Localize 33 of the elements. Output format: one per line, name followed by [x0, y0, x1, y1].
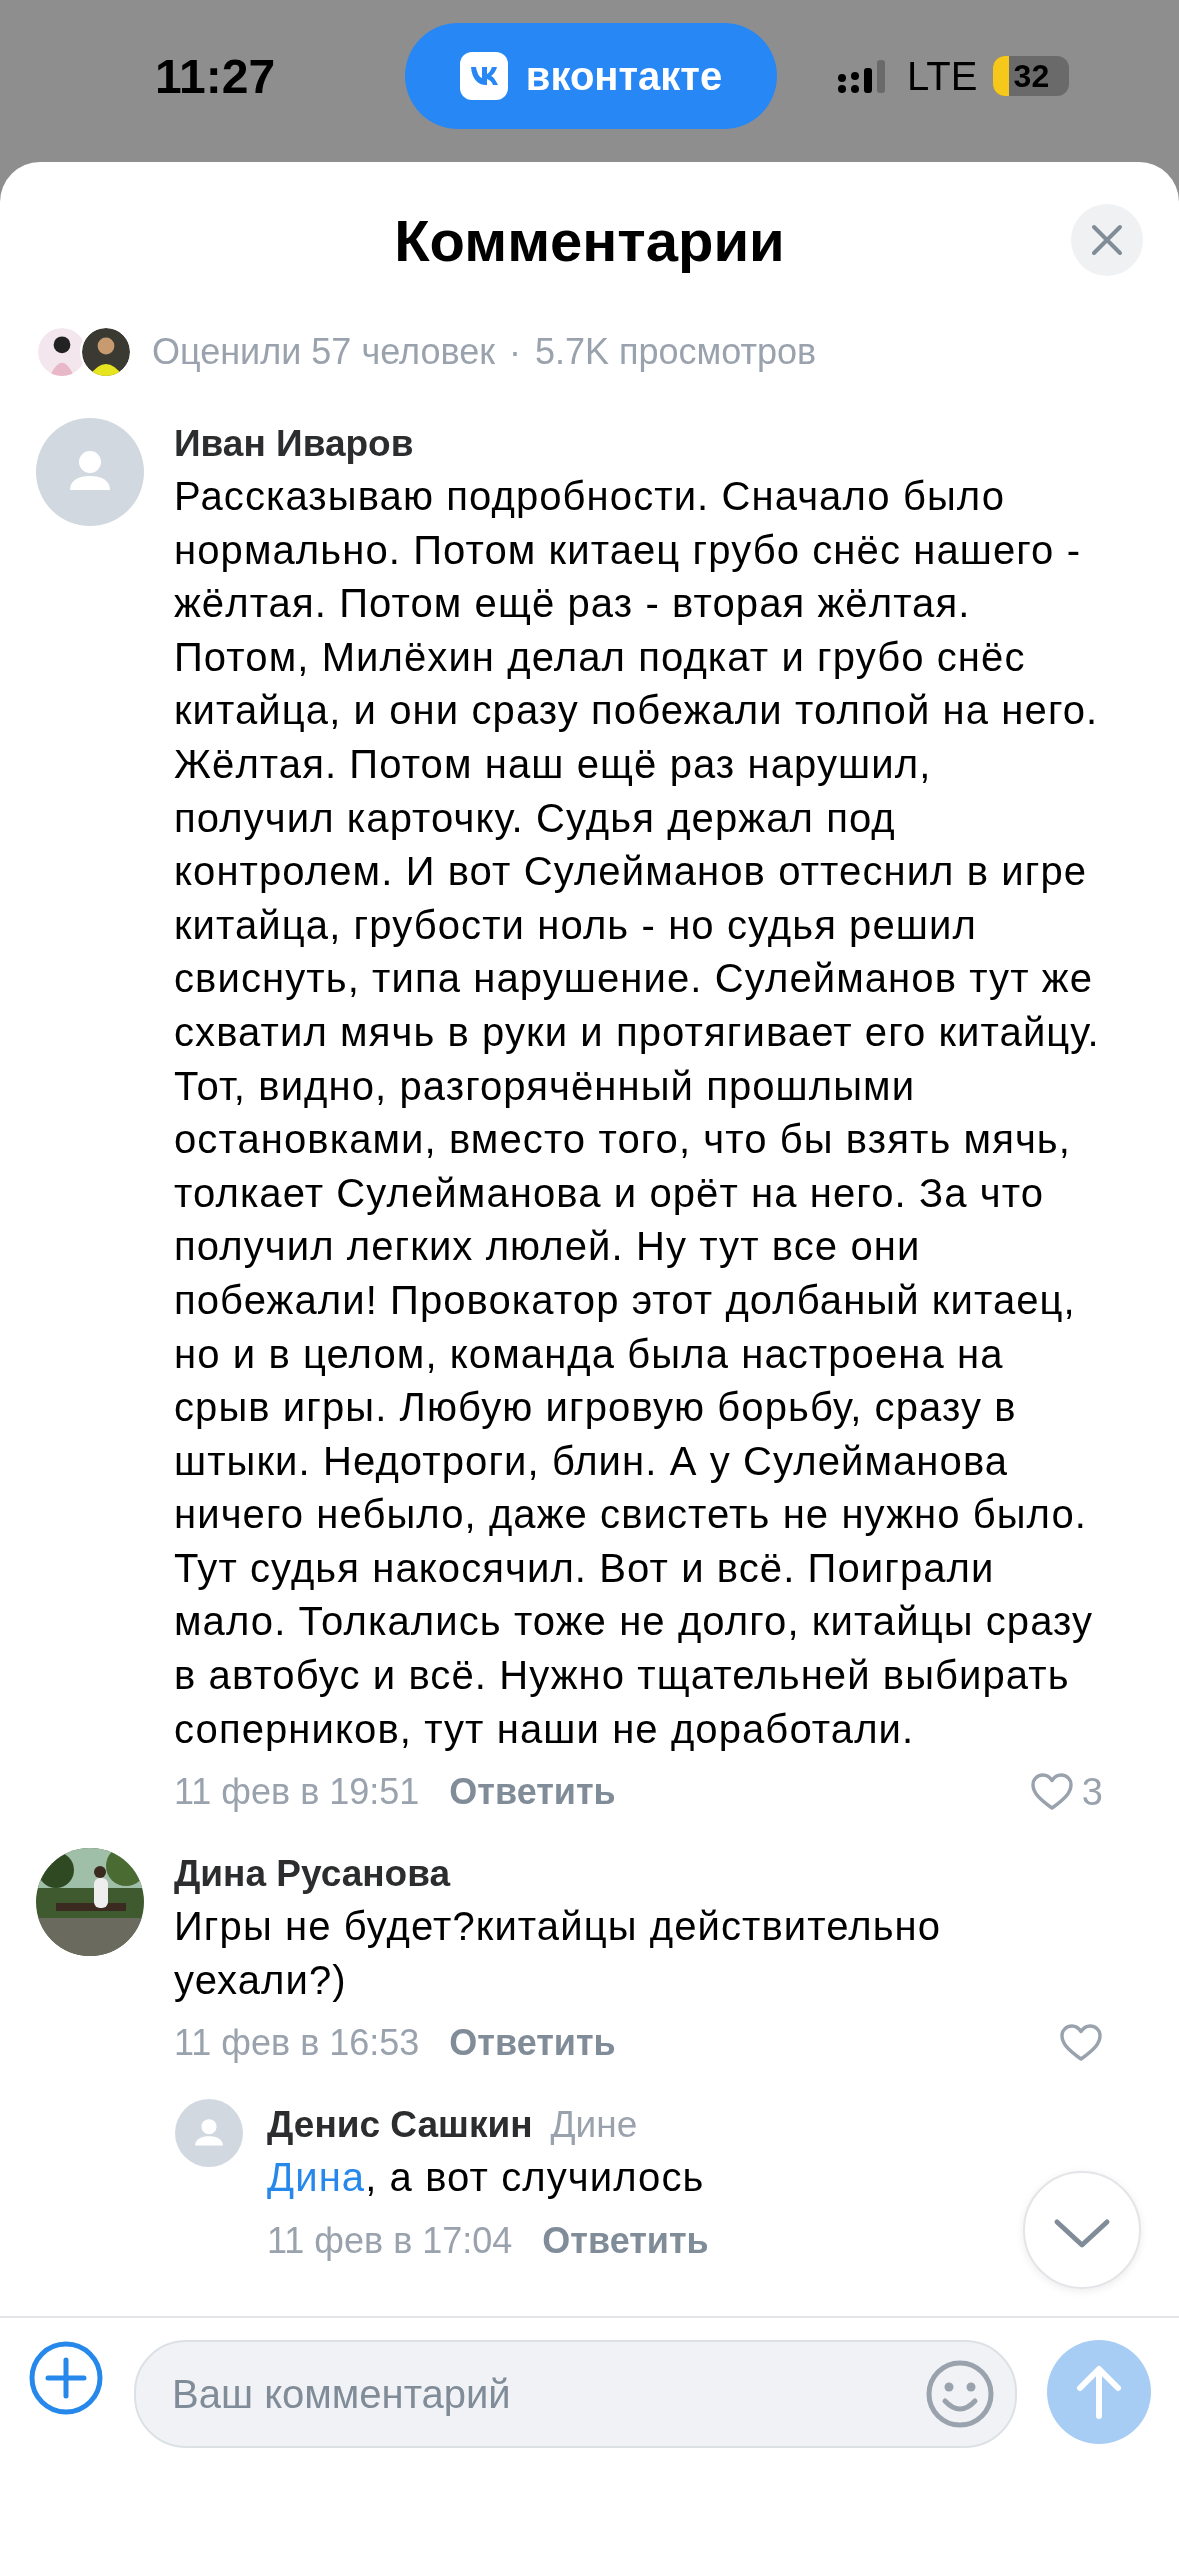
reply-to-name[interactable]: Дине — [550, 2104, 638, 2147]
comment-input-field[interactable]: Ваш комментарий — [170, 2370, 925, 2418]
avatar-placeholder-icon[interactable] — [175, 2099, 243, 2168]
reply-link[interactable]: Ответить — [542, 2220, 709, 2263]
comment-text: Рассказываю подробности. Сначало было нормально. Потом китаец грубо снёс нашего - жёлтая. Потом ещё раз - вторая жёлтая. Потом, Милёхин делал подкат и грубо снёс китайца, и они сразу побежали толпой на него. Жёлтая. Потом наш ещё раз нарушил, получил карточку. Судья держал под контролем. И вот Сулейманов оттеснил в игре китайца, грубости ноль - но судья решил свиснуть, типа нарушение. Сулейманов тут же схватил мячь в руки и протягивает его китайцу. Тот, видно, разгорячённый прошлыми остановками, вместо того, что бы взять мячь, толкает Сулейманова и орёт на него. За что получил легких люлей. Ну тут все они побежали! Провокатор этот долбаный китаец, но и в целом, команда была настроена на срыв игры. Любую игровую борьбу, сразу в штыки. Недотроги, блин. А у Сулейманова ничего небыло, даже свистеть не нужно было. Тут судья накосячил. Вот и всё. Поиграли мало. Толкались тоже не долго, китайцы сразу в автобус и всё. Нужно тщательней выбирать соперников, тут наши не доработали. — [174, 473, 1101, 1753]
reply-link[interactable]: Ответить — [449, 1771, 616, 1814]
comment-text: Игры не будет?китайцы действительно уехали?) — [174, 1903, 943, 2004]
separator-dot: · — [508, 331, 521, 373]
comment-date: 11 фев в 17:04 — [267, 2220, 513, 2263]
emoji-icon[interactable] — [925, 2359, 995, 2429]
sheet-title: Комментарии — [394, 206, 785, 274]
arrow-up-icon — [1074, 2364, 1124, 2420]
close-icon — [1090, 223, 1124, 257]
comment-text: Дина, а вот случилось — [267, 2154, 706, 2202]
battery-icon: 32 — [993, 56, 1070, 96]
likes-count-text[interactable]: Оценили 57 человек — [152, 331, 495, 373]
vk-logo-icon — [459, 52, 508, 100]
comment-date: 11 фев в 19:51 — [174, 1771, 420, 1814]
add-icon[interactable] — [28, 2340, 104, 2416]
reply-link[interactable]: Ответить — [449, 2022, 616, 2065]
mention-link[interactable]: Дина — [267, 2155, 366, 2200]
comment-author[interactable]: Денис Сашкин — [267, 2099, 533, 2152]
comment-author[interactable]: Иван Иваров — [174, 418, 1103, 470]
comment-field[interactable]: Ваш комментарий — [134, 2340, 1017, 2448]
views-count-text: 5.7K просмотров — [534, 331, 817, 373]
status-time: 11:27 — [155, 48, 277, 104]
comment-date: 11 фев в 16:53 — [174, 2022, 420, 2065]
network-label: LTE — [907, 53, 978, 99]
like-button[interactable] — [1059, 2023, 1103, 2064]
app-pill[interactable]: вконтакте — [405, 23, 777, 129]
avatar-placeholder-icon[interactable] — [36, 418, 144, 526]
like-button[interactable]: 3 — [1029, 1770, 1103, 1814]
comment-author[interactable]: Дина Русанова — [174, 1848, 1103, 1901]
